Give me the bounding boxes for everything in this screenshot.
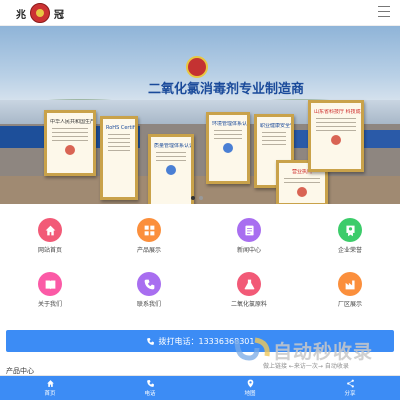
certificate-seal-icon	[223, 143, 233, 153]
bottom-nav-phone[interactable]: 电话	[100, 376, 200, 400]
carousel-dot[interactable]	[199, 196, 203, 200]
share-icon	[346, 379, 354, 388]
carousel-dots	[191, 196, 203, 200]
grid-item-label: 联系我们	[136, 301, 161, 308]
grid-item-label: 二氧化氯原料	[230, 301, 267, 308]
watermark-subtext: 做上链接 ←来访一次→ 自动收录	[263, 363, 349, 370]
grid-item-products[interactable]: 产品展示	[109, 218, 189, 254]
certificate: 山东省科技厅 科技成果证书	[308, 100, 364, 172]
banner-logo-emblem-icon	[186, 56, 208, 78]
grid-item-raw-material[interactable]: 二氧化氯原料	[209, 272, 289, 308]
phone-icon	[146, 337, 154, 345]
map-pin-icon	[247, 379, 253, 388]
factory-icon	[338, 272, 362, 296]
home-icon	[46, 380, 54, 387]
certificate-title: 职业健康安全管理体系认证证书	[260, 123, 291, 129]
certificate: 质量管理体系认证证书	[148, 134, 194, 204]
grid-item-home[interactable]: 网站首页	[10, 218, 90, 254]
nav-icon-grid: 网站首页 产品展示 新闻中心 企业荣誉 关于我们 联系我们 二氧化氯原料 厂区展…	[0, 210, 400, 318]
certificate-title: 环境管理体系认证证书	[212, 121, 247, 127]
watermark-text: 自动秒收录	[273, 341, 374, 363]
grid-item-label: 新闻中心	[236, 247, 261, 254]
book-icon	[38, 272, 62, 296]
logo-char-right: 冠	[54, 9, 64, 21]
logo-char-left: 兆	[16, 9, 26, 21]
bottom-nav: 首页 电话 地图 分享	[0, 376, 400, 400]
phone-label: 拨打电话：	[158, 336, 199, 346]
certificate-title: 山东省科技厅 科技成果证书	[314, 109, 361, 115]
certificate-seal-icon	[331, 135, 341, 145]
award-icon	[338, 218, 362, 242]
home-icon	[38, 218, 62, 242]
bottom-nav-label: 电话	[144, 391, 156, 397]
watermark-logo-icon	[234, 337, 270, 361]
hero-banner[interactable]: 二氧化氯消毒剂专业制造商 中华人民共和国生产许可证 RoHS Certifica…	[0, 26, 400, 204]
site-header: 兆 冠	[0, 0, 400, 26]
banner-title: 二氧化氯消毒剂专业制造商	[148, 82, 305, 97]
phone-icon	[146, 380, 154, 387]
certificate: RoHS Certificate of Compliance	[100, 116, 138, 200]
site-logo[interactable]: 兆 冠	[16, 3, 64, 23]
grid-item-label: 厂区展示	[337, 301, 362, 308]
grid-item-factory[interactable]: 厂区展示	[310, 272, 390, 308]
certificate-title: 中华人民共和国生产许可证	[50, 119, 93, 125]
bottom-nav-label: 地图	[244, 391, 256, 397]
grid-item-label: 企业荣誉	[337, 247, 362, 254]
grid-item-about[interactable]: 关于我们	[10, 272, 90, 308]
grid-item-contact[interactable]: 联系我们	[109, 272, 189, 308]
bottom-nav-label: 首页	[44, 391, 56, 397]
logo-emblem-icon	[30, 3, 50, 23]
bottom-nav-map[interactable]: 地图	[200, 376, 300, 400]
grid-icon	[137, 218, 161, 242]
grid-item-label: 关于我们	[37, 301, 62, 308]
hamburger-menu-icon[interactable]	[378, 6, 390, 18]
mobile-page: 兆 冠 二氧化氯消毒剂专业制造商 中华人民共和国生产许可证 RoHS Certi…	[0, 0, 400, 400]
grid-item-label: 产品展示	[136, 247, 161, 254]
certificate-title: 质量管理体系认证证书	[154, 143, 191, 149]
news-icon	[237, 218, 261, 242]
certificate: 中华人民共和国生产许可证	[44, 110, 96, 176]
grid-item-label: 网站首页	[37, 247, 62, 254]
grid-item-honors[interactable]: 企业荣誉	[310, 218, 390, 254]
watermark-overlay: 自动秒收录 做上链接 ←来访一次→ 自动收录	[233, 334, 393, 376]
grid-item-news[interactable]: 新闻中心	[209, 218, 289, 254]
certificate-seal-icon	[166, 165, 176, 175]
certificate-seal-icon	[297, 187, 307, 197]
certificate-title: RoHS Certificate of Compliance	[106, 125, 135, 131]
bottom-nav-label: 分享	[344, 391, 356, 397]
carousel-dot[interactable]	[191, 196, 195, 200]
bottom-nav-home[interactable]: 首页	[0, 376, 100, 400]
certificate: 环境管理体系认证证书	[206, 112, 250, 184]
flask-icon	[237, 272, 261, 296]
phone-icon	[137, 272, 161, 296]
certificate-seal-icon	[65, 145, 75, 155]
bottom-nav-share[interactable]: 分享	[300, 376, 400, 400]
